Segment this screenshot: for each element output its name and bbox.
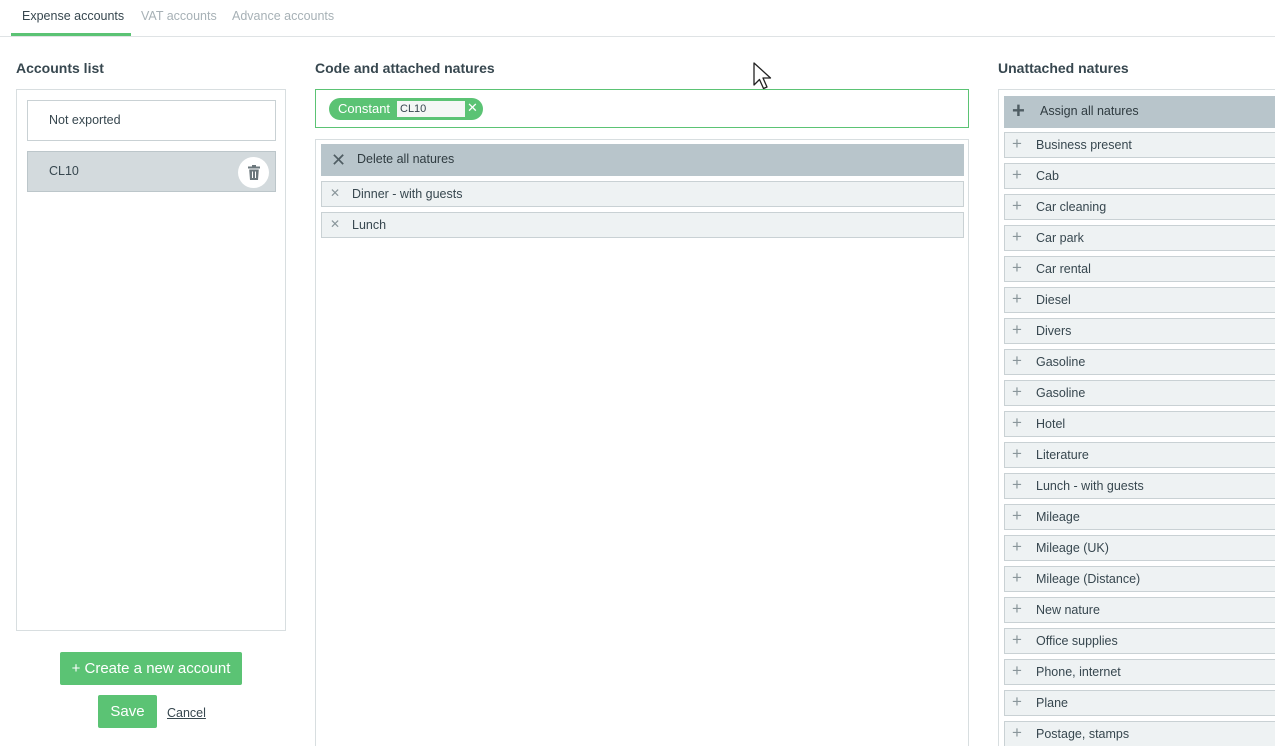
add-icon[interactable]: +: [1012, 258, 1022, 278]
add-icon[interactable]: +: [1012, 630, 1022, 650]
unattached-nature-item[interactable]: + Car park: [1004, 225, 1275, 251]
nature-label: Car rental: [1036, 262, 1091, 276]
nature-label: Business present: [1036, 138, 1132, 152]
account-item-label: CL10: [49, 164, 79, 178]
nature-label: Diesel: [1036, 293, 1071, 307]
account-item-not-exported[interactable]: Not exported: [27, 100, 276, 141]
unattached-nature-item[interactable]: + Mileage (Distance): [1004, 566, 1275, 592]
nature-label: Mileage: [1036, 510, 1080, 524]
add-icon[interactable]: +: [1012, 134, 1022, 154]
add-icon[interactable]: +: [1012, 413, 1022, 433]
account-item-label: Not exported: [49, 113, 121, 127]
assign-all-natures-button[interactable]: + Assign all natures: [1004, 96, 1275, 128]
nature-label: Mileage (Distance): [1036, 572, 1141, 586]
add-icon[interactable]: +: [1012, 568, 1022, 588]
nature-label: Gasoline: [1036, 355, 1086, 369]
active-tab-indicator: [11, 33, 131, 36]
nature-label: Postage, stamps: [1036, 727, 1130, 741]
add-icon[interactable]: +: [1012, 289, 1022, 309]
unattached-nature-item[interactable]: + Gasoline: [1004, 380, 1275, 406]
nature-label: Divers: [1036, 324, 1072, 338]
code-natures-title: Code and attached natures: [315, 60, 495, 76]
mouse-cursor-icon: [753, 62, 772, 90]
unattached-nature-item[interactable]: + Phone, internet: [1004, 659, 1275, 685]
nature-label: New nature: [1036, 603, 1100, 617]
attached-nature-item[interactable]: ✕ Lunch: [321, 212, 964, 238]
add-icon[interactable]: +: [1012, 661, 1022, 681]
add-icon[interactable]: +: [1012, 382, 1022, 402]
remove-icon[interactable]: ✕: [330, 186, 340, 200]
add-icon[interactable]: +: [1012, 165, 1022, 185]
unattached-nature-item[interactable]: + Office supplies: [1004, 628, 1275, 654]
unattached-nature-item[interactable]: + Lunch - with guests: [1004, 473, 1275, 499]
code-field[interactable]: Constant ✕: [315, 89, 969, 128]
nature-label: Lunch: [352, 218, 387, 232]
unattached-nature-item[interactable]: + New nature: [1004, 597, 1275, 623]
nature-label: Mileage (UK): [1036, 541, 1109, 555]
add-icon[interactable]: +: [1012, 723, 1022, 743]
delete-all-label: Delete all natures: [357, 152, 455, 166]
remove-tag-icon[interactable]: ✕: [467, 100, 478, 116]
add-icon[interactable]: +: [1012, 351, 1022, 371]
delete-all-natures-button[interactable]: ✕ Delete all natures: [321, 144, 964, 176]
add-icon[interactable]: +: [1012, 227, 1022, 247]
nature-label: Lunch - with guests: [1036, 479, 1144, 493]
unattached-nature-item[interactable]: + Plane: [1004, 690, 1275, 716]
constant-label: Constant: [338, 101, 391, 116]
constant-tag: Constant ✕: [329, 98, 483, 120]
nature-label: Plane: [1036, 696, 1068, 710]
nature-label: Literature: [1036, 448, 1089, 462]
nature-label: Car park: [1036, 231, 1084, 245]
add-icon[interactable]: +: [1012, 692, 1022, 712]
close-icon: ✕: [331, 150, 347, 170]
unattached-nature-item[interactable]: + Car cleaning: [1004, 194, 1275, 220]
accounts-list-title: Accounts list: [16, 60, 104, 76]
assign-all-label: Assign all natures: [1040, 104, 1139, 118]
unattached-nature-item[interactable]: + Mileage: [1004, 504, 1275, 530]
add-icon[interactable]: +: [1012, 506, 1022, 526]
unattached-nature-item[interactable]: + Mileage (UK): [1004, 535, 1275, 561]
add-icon[interactable]: +: [1012, 537, 1022, 557]
tab-expense-accounts[interactable]: Expense accounts: [22, 9, 124, 23]
add-icon[interactable]: +: [1012, 320, 1022, 340]
add-icon[interactable]: +: [1012, 475, 1022, 495]
unattached-nature-item[interactable]: + Hotel: [1004, 411, 1275, 437]
create-account-button[interactable]: + Create a new account: [60, 652, 242, 685]
tab-advance-accounts[interactable]: Advance accounts: [232, 9, 334, 23]
nature-label: Cab: [1036, 169, 1059, 183]
nature-label: Car cleaning: [1036, 200, 1107, 214]
unattached-nature-item[interactable]: + Gasoline: [1004, 349, 1275, 375]
unattached-natures-title: Unattached natures: [998, 60, 1129, 76]
unattached-nature-item[interactable]: + Divers: [1004, 318, 1275, 344]
nature-label: Office supplies: [1036, 634, 1118, 648]
nature-label: Dinner - with guests: [352, 187, 463, 201]
attached-natures-list: ✕ Delete all natures ✕ Dinner - with gue…: [315, 139, 969, 746]
add-icon[interactable]: +: [1012, 196, 1022, 216]
plus-icon: +: [1012, 98, 1025, 123]
unattached-nature-item[interactable]: + Business present: [1004, 132, 1275, 158]
add-icon[interactable]: +: [1012, 444, 1022, 464]
account-item-cl10[interactable]: CL10: [27, 151, 276, 192]
save-button[interactable]: Save: [98, 695, 157, 728]
attached-nature-item[interactable]: ✕ Dinner - with guests: [321, 181, 964, 207]
trash-icon: [247, 165, 260, 180]
code-input[interactable]: [397, 101, 465, 117]
unattached-nature-item[interactable]: + Postage, stamps: [1004, 721, 1275, 746]
unattached-nature-item[interactable]: + Car rental: [1004, 256, 1275, 282]
unattached-nature-item[interactable]: + Literature: [1004, 442, 1275, 468]
accounts-list: Not exported CL10: [16, 89, 286, 631]
cancel-link[interactable]: Cancel: [167, 706, 206, 720]
add-icon[interactable]: +: [1012, 599, 1022, 619]
unattached-nature-item[interactable]: + Diesel: [1004, 287, 1275, 313]
tab-bar: Expense accounts VAT accounts Advance ac…: [0, 0, 1275, 37]
unattached-natures-list: + Assign all natures + Business present + C…: [998, 89, 1275, 746]
tab-vat-accounts[interactable]: VAT accounts: [141, 9, 217, 23]
remove-icon[interactable]: ✕: [330, 217, 340, 231]
nature-label: Phone, internet: [1036, 665, 1121, 679]
unattached-nature-item[interactable]: + Cab: [1004, 163, 1275, 189]
nature-label: Gasoline: [1036, 386, 1086, 400]
nature-label: Hotel: [1036, 417, 1066, 431]
delete-account-button[interactable]: [238, 157, 269, 188]
